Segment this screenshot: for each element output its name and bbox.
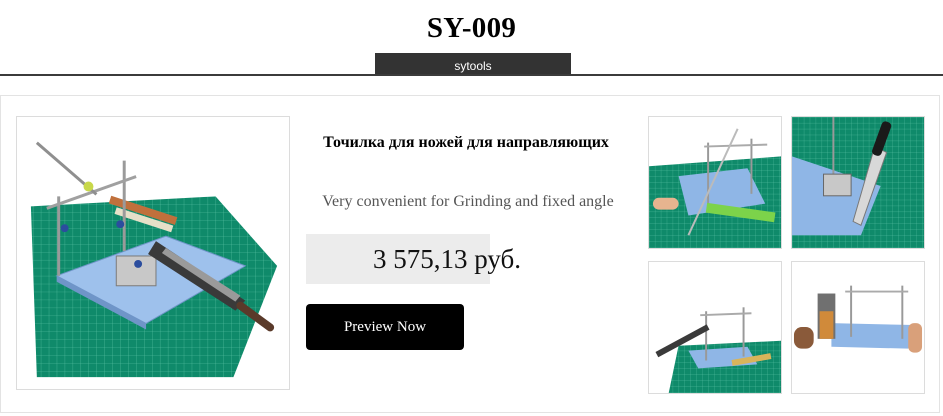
thumbnail-2[interactable]: [791, 116, 925, 249]
sharpener-thumb-photo: [649, 128, 781, 248]
product-description: Very convenient for Grinding and fixed a…: [322, 193, 614, 210]
product-title: Точилка для ножей для направляющих: [323, 134, 609, 151]
sharpener-knife-photo: [792, 117, 924, 248]
thumbnail-1[interactable]: [648, 116, 782, 249]
brand-tab[interactable]: sytools: [375, 53, 571, 75]
page-title: SY-009: [426, 12, 517, 44]
product-price: 3 575,13 руб.: [373, 244, 522, 274]
thumbnail-3[interactable]: [648, 261, 782, 394]
sharpener-photo: [30, 141, 278, 378]
header-divider: [0, 74, 943, 76]
sharpener-stones-photo: [792, 262, 924, 393]
product-main-image[interactable]: [16, 116, 290, 390]
preview-now-button[interactable]: Preview Now: [306, 304, 464, 350]
sharpener-side-photo: [649, 262, 781, 393]
thumbnail-4[interactable]: [791, 261, 925, 394]
